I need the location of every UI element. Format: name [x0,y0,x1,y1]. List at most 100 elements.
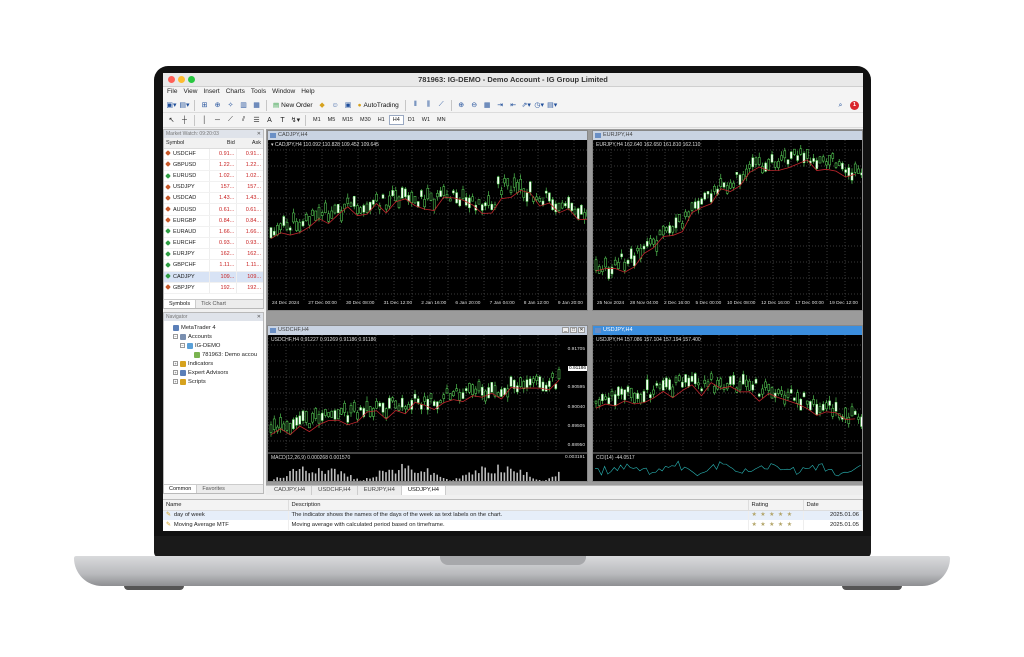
table-row[interactable]: ✎ day of week The indicator shows the name… [163,510,863,520]
timeframe-mn[interactable]: MN [434,115,449,125]
strategy-tester-icon[interactable]: ▦ [251,100,262,111]
table-row[interactable]: USDCHF 0.91... 0.91... [164,148,263,160]
line-chart-icon[interactable]: ⟋ [436,100,447,111]
restore-chart-button[interactable]: □ [570,327,577,333]
timeframe-m5[interactable]: M5 [325,115,339,125]
zoom-out-icon[interactable]: ⊖ [469,100,480,111]
navigator-icon[interactable]: ✧ [225,100,236,111]
vertical-line-icon[interactable]: │ [199,115,210,126]
chart-window-title[interactable]: CADJPY,H4 [268,131,587,140]
table-row[interactable]: EURUSD 1.02... 1.02... [164,170,263,183]
table-row[interactable]: GBPJPY 192... 192... [164,282,263,294]
periods-icon[interactable]: ◷▾ [534,100,545,111]
navigator-item[interactable]: + Expert Advisors [166,368,261,377]
timeframe-h1[interactable]: H1 [375,115,388,125]
table-row[interactable]: GBPCHF 1.11... 1.11... [164,259,263,272]
menu-window[interactable]: Window [270,87,299,98]
minimize-chart-button[interactable]: _ [562,327,569,333]
column-header-date[interactable]: Date [803,500,863,511]
autotrading-button[interactable]: ● AutoTrading [356,100,401,111]
close-icon[interactable]: ✕ [257,313,261,321]
menu-view[interactable]: View [181,87,201,98]
horizontal-line-icon[interactable]: ─ [212,115,223,126]
chart-shift-icon[interactable]: ⇤ [508,100,519,111]
chart-window[interactable]: CADJPY,H4 ▾ CADJPY,H4 110.092 110.828 109… [267,130,588,311]
navigator-item[interactable]: + Indicators [166,359,261,368]
cursor-icon[interactable]: ↖ [166,115,177,126]
candlestick-icon[interactable]: ⫼ [423,100,434,111]
expand-toggle-icon[interactable]: + [173,379,178,384]
arrows-icon[interactable]: ↯▾ [290,115,301,126]
navigator-item[interactable]: − IG-DEMO [166,341,261,350]
search-icon[interactable]: ⌕ [835,100,846,111]
new-chart-icon[interactable]: ▣▾ [166,100,177,111]
table-row[interactable]: AUDUSD 0.61... 0.61... [164,203,263,216]
timeframe-d1[interactable]: D1 [405,115,418,125]
tab-chart-eurjpy-h4[interactable]: EURJPY,H4 [358,486,402,495]
column-header-name[interactable]: Name [163,500,289,511]
tab-common[interactable]: Common [164,485,198,493]
zoom-in-icon[interactable]: ⊕ [456,100,467,111]
tab-chart-usdchf-h4[interactable]: USDCHF,H4 [312,486,358,495]
column-header-ask[interactable]: Ask [236,138,263,149]
new-order-button[interactable]: ▤ New Order [271,100,315,111]
tab-symbols[interactable]: Symbols [164,300,197,308]
close-chart-button[interactable]: ✕ [578,327,585,333]
chart-window-title[interactable]: USDCHF,H4 _ □ ✕ [268,326,587,335]
market-icon[interactable]: ▣ [343,100,354,111]
channel-icon[interactable]: ⫽ [238,115,249,126]
navigator-item[interactable]: 781963: Demo accou [166,350,261,359]
column-header-description[interactable]: Description [288,500,749,511]
tab-tick-chart[interactable]: Tick Chart [196,300,231,308]
menu-file[interactable]: File [165,87,181,98]
menu-help[interactable]: Help [299,87,318,98]
market-watch-icon[interactable]: ⊞ [199,100,210,111]
timeframe-m1[interactable]: M1 [310,115,324,125]
tile-windows-icon[interactable]: ▦ [482,100,493,111]
data-window-icon[interactable]: ⊕ [212,100,223,111]
table-row[interactable]: GBPUSD 1.22... 1.22... [164,159,263,171]
table-row[interactable]: USDJPY 157... 157... [164,181,263,194]
column-header-symbol[interactable]: Symbol [164,138,210,149]
table-row[interactable]: EURAUD 1.66... 1.66... [164,226,263,239]
tab-chart-usdjpy-h4[interactable]: USDJPY,H4 [401,486,446,495]
menu-charts[interactable]: Charts [224,87,249,98]
expand-toggle-icon[interactable]: − [173,334,178,339]
notification-badge[interactable]: 1 [850,101,859,110]
timeframe-m15[interactable]: M15 [339,115,356,125]
table-row[interactable]: ✎ Moving Average MTF Moving average with c… [163,520,863,530]
fibonacci-icon[interactable]: ☰ [251,115,262,126]
tab-favorites[interactable]: Favorites [197,485,230,493]
navigator-item[interactable]: + Scripts [166,377,261,386]
column-header-rating[interactable]: Rating [748,500,804,511]
price-chart[interactable] [593,140,863,311]
expand-toggle-icon[interactable]: + [173,361,178,366]
chart-window-title[interactable]: EURJPY,H4 [593,131,862,140]
close-icon[interactable]: ✕ [257,130,261,138]
timeframe-w1[interactable]: W1 [419,115,433,125]
table-row[interactable]: EURCHF 0.93... 0.93... [164,237,263,250]
menu-tools[interactable]: Tools [249,87,270,98]
label-icon[interactable]: T [277,115,288,126]
profiles-icon[interactable]: ▤▾ [179,100,190,111]
community-icon[interactable]: ☺ [330,100,341,111]
timeframe-m30[interactable]: M30 [357,115,374,125]
table-row[interactable]: EURGBP 0.84... 0.84... [164,215,263,227]
navigator-item[interactable]: MetaTrader 4 [166,323,261,332]
indicators-icon[interactable]: ⇗▾ [521,100,532,111]
crosshair-icon[interactable]: ┼ [179,115,190,126]
timeframe-h4[interactable]: H4 [388,115,404,125]
chart-window[interactable]: USDJPY,H4 USDJPY,H4 157.086 157.104 157.1… [592,325,863,482]
expand-toggle-icon[interactable]: − [180,343,185,348]
bar-chart-icon[interactable]: ⫴ [410,100,421,111]
price-chart[interactable] [268,140,588,311]
menu-insert[interactable]: Insert [201,87,223,98]
table-row[interactable]: CADJPY 109... 109... [164,271,263,283]
table-row[interactable]: USDCAD 1.43... 1.43... [164,192,263,205]
auto-scroll-icon[interactable]: ⇥ [495,100,506,111]
column-header-bid[interactable]: Bid [209,138,237,149]
expand-toggle-icon[interactable]: + [173,370,178,375]
trendline-icon[interactable]: ⟋ [225,115,236,126]
text-icon[interactable]: A [264,115,275,126]
chart-window[interactable]: EURJPY,H4 EURJPY,H4 162.640 162.650 161.8… [592,130,863,311]
